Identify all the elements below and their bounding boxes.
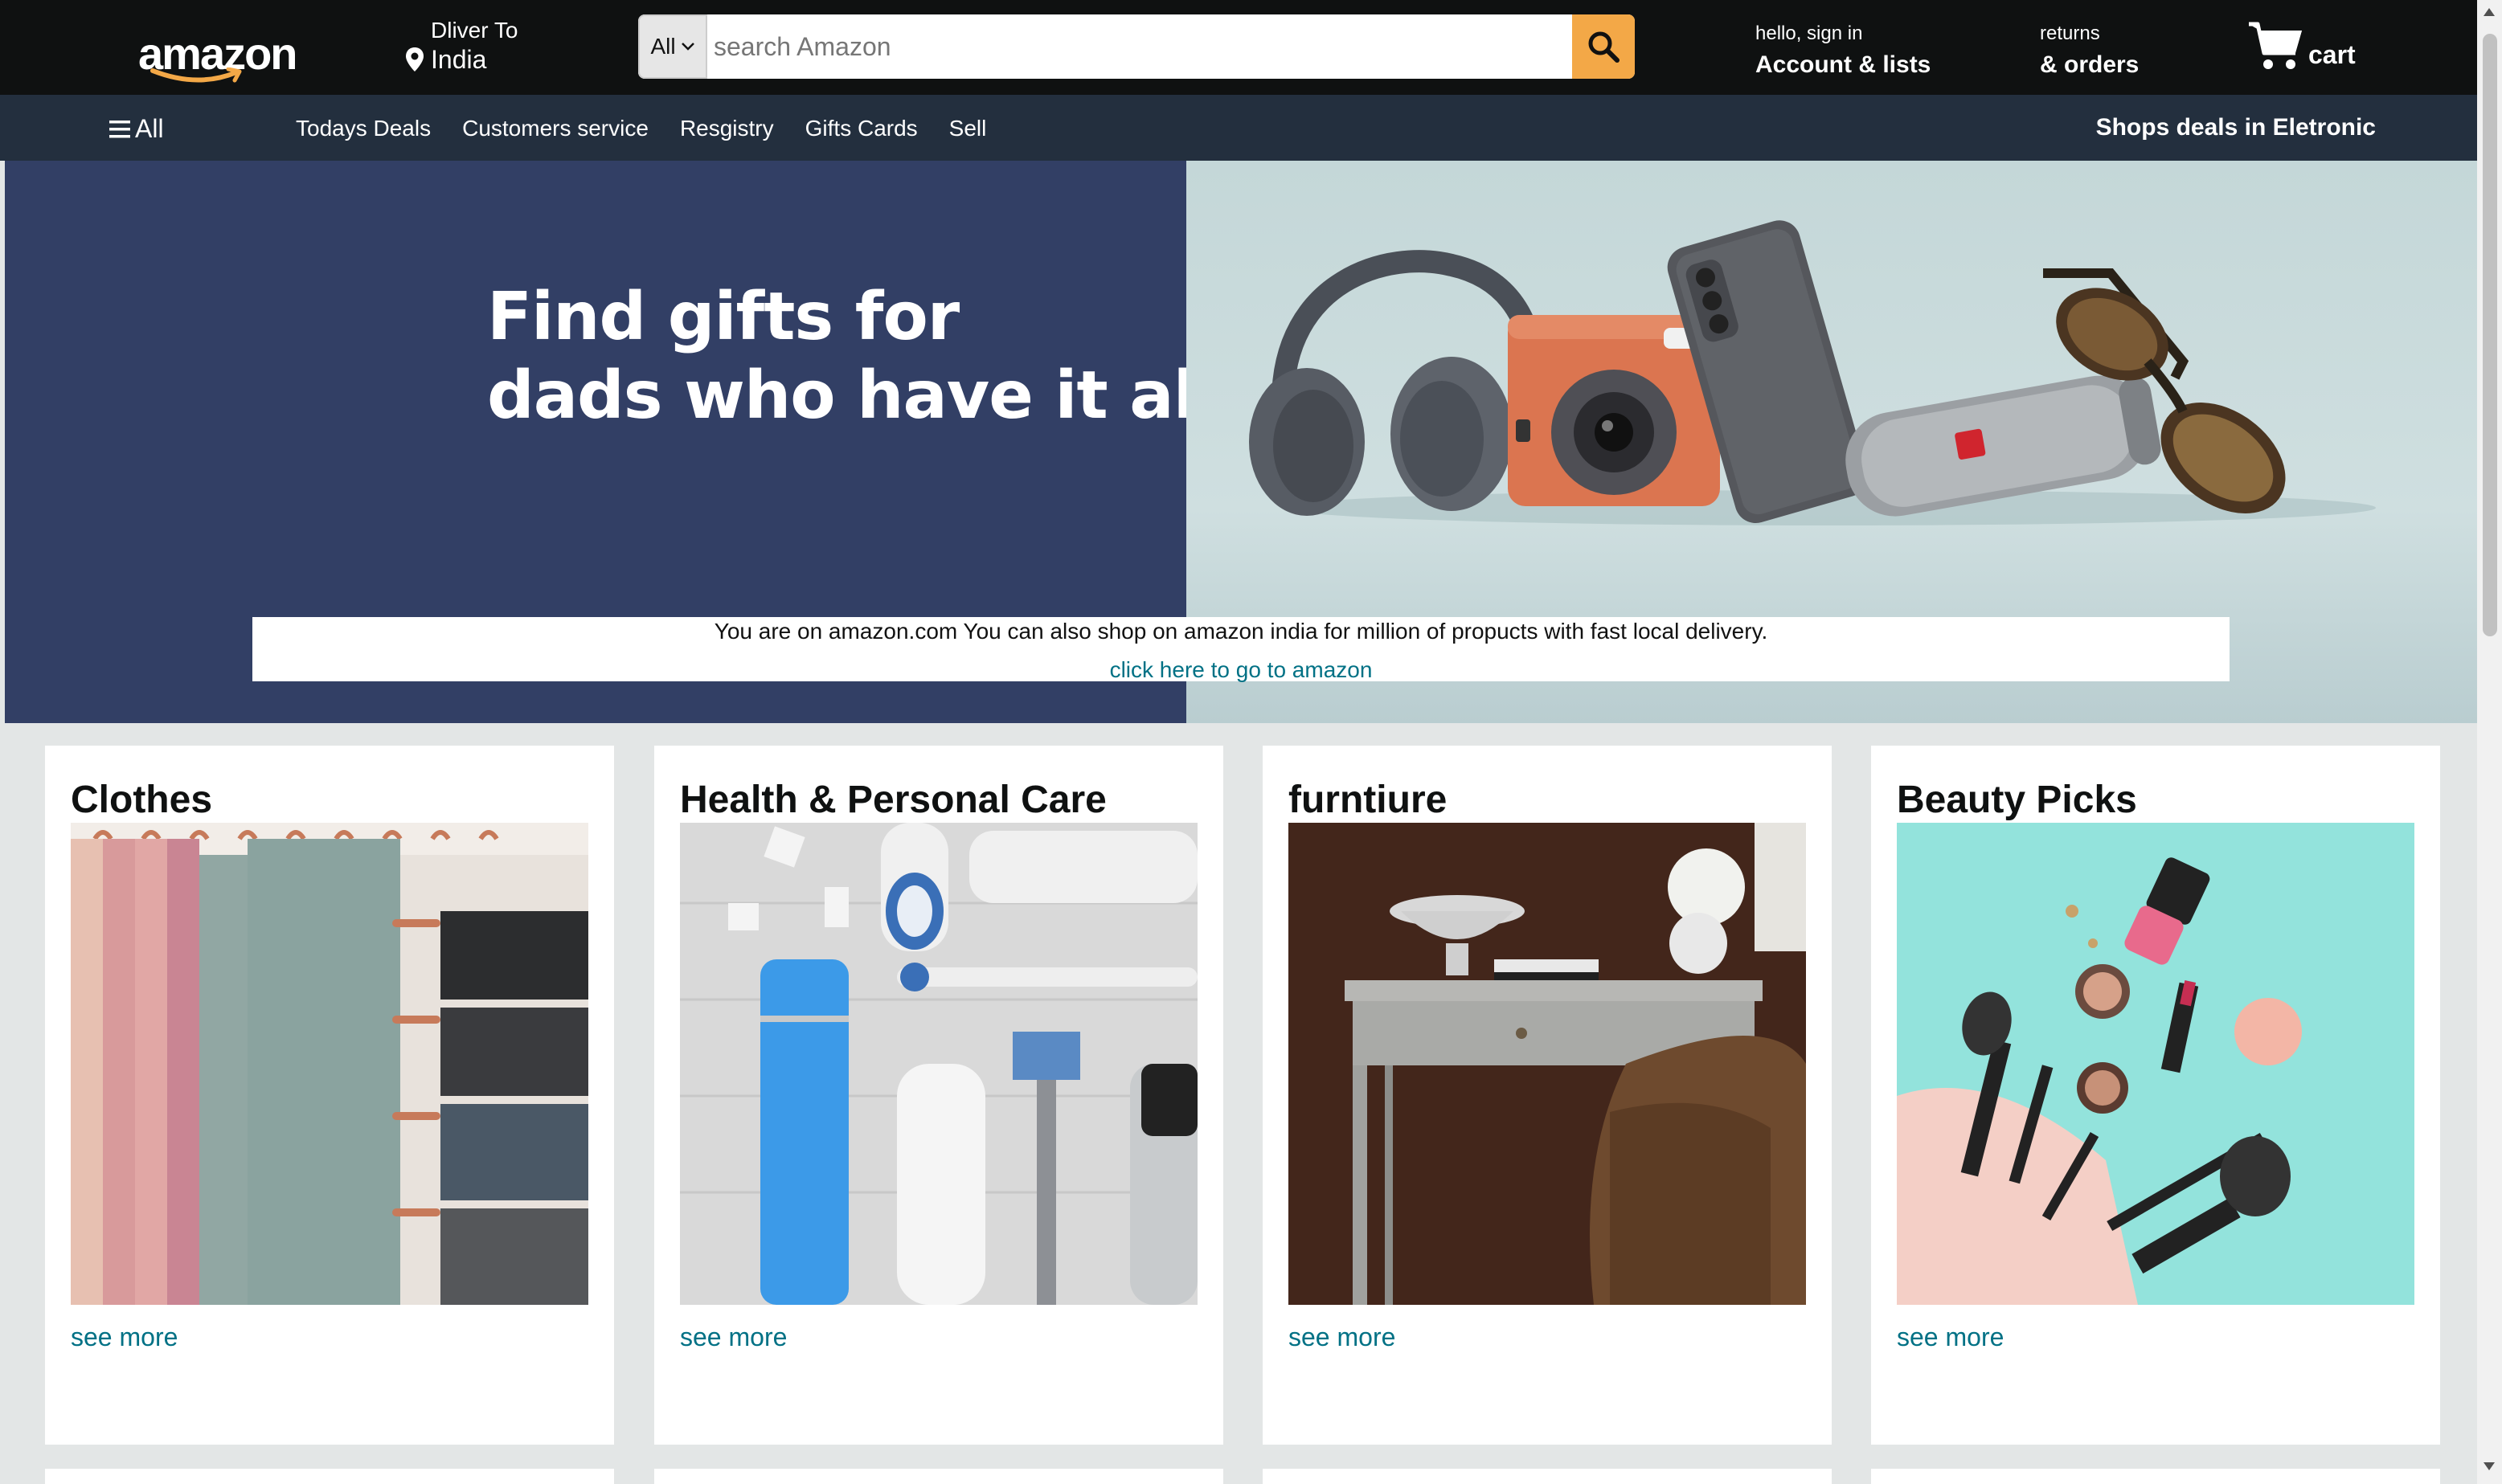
category-card-clothes: Clothes see more <box>45 746 614 1445</box>
all-menu-label: All <box>135 114 164 143</box>
next-row-card <box>1263 1469 1832 1484</box>
hero-banner[interactable]: Find gifts for dads who have it all You … <box>5 161 2477 723</box>
subnav-links: Todays Deals Customers service Resgistry… <box>296 116 986 141</box>
account-greeting: hello, sign in <box>1755 22 1863 44</box>
search-category-select[interactable]: All <box>638 14 707 79</box>
search-category-value: All <box>650 34 676 59</box>
deliver-country: India <box>431 45 487 74</box>
search-icon <box>1588 31 1620 63</box>
next-row-card <box>1871 1469 2440 1484</box>
top-navbar: amazon Dliver To India All hello, <box>0 0 2477 95</box>
nav-link-todays-deals[interactable]: Todays Deals <box>296 116 431 141</box>
nav-promo-electronics[interactable]: Shops deals in Eletronic <box>2096 114 2376 141</box>
all-menu-button[interactable]: All <box>108 114 164 144</box>
location-pin-icon <box>406 47 424 72</box>
card-see-more-link[interactable]: see more <box>1897 1323 2004 1352</box>
clothes-image[interactable] <box>71 823 588 1305</box>
furniture-image[interactable] <box>1288 823 1806 1305</box>
returns-small: returns <box>2040 22 2100 44</box>
cart-button[interactable]: cart <box>2247 19 2376 76</box>
hamburger-icon <box>109 120 130 137</box>
category-card-beauty: Beauty Picks see more <box>1871 746 2440 1445</box>
amazon-logo[interactable]: amazon <box>138 22 297 87</box>
account-lists[interactable]: hello, sign in Account & lists <box>1755 22 1931 79</box>
card-see-more-link[interactable]: see more <box>1288 1323 1395 1352</box>
page-scrollbar[interactable] <box>2477 0 2502 1484</box>
card-title: Beauty Picks <box>1897 779 2137 821</box>
hero-title-line-2: dads who have it all <box>487 358 1218 434</box>
next-row-card <box>654 1469 1223 1484</box>
cart-label: cart <box>2308 40 2356 69</box>
search-bar: All <box>638 14 1635 79</box>
search-input[interactable] <box>707 14 1572 79</box>
scrollbar-thumb[interactable] <box>2483 34 2497 636</box>
card-title: Health & Personal Care <box>680 779 1107 821</box>
sub-navbar: All Todays Deals Customers service Resgi… <box>0 95 2477 161</box>
hero-title-line-1: Find gifts for <box>487 279 960 355</box>
chevron-down-icon <box>681 43 694 51</box>
nav-link-registry[interactable]: Resgistry <box>680 116 774 141</box>
card-see-more-link[interactable]: see more <box>680 1323 787 1352</box>
card-title: Clothes <box>71 779 213 821</box>
search-button[interactable] <box>1572 14 1635 79</box>
next-row-card <box>45 1469 614 1484</box>
region-notice: You are on amazon.com You can also shop … <box>252 617 2230 683</box>
nav-link-gift-cards[interactable]: Gifts Cards <box>805 116 918 141</box>
returns-orders[interactable]: returns & orders <box>2040 22 2139 79</box>
region-notice-link[interactable]: click here to go to amazon <box>252 657 2230 683</box>
card-see-more-link[interactable]: see more <box>71 1323 178 1352</box>
nav-link-sell[interactable]: Sell <box>949 116 987 141</box>
health-care-image[interactable] <box>680 823 1198 1305</box>
category-card-health: Health & Personal Care see more <box>654 746 1223 1445</box>
hero-title: Find gifts for dads who have it all <box>487 278 1218 435</box>
region-notice-text: You are on amazon.com You can also shop … <box>714 619 1768 644</box>
card-title: furntiure <box>1288 779 1448 821</box>
instant-camera-image <box>1508 315 1720 506</box>
smile-arrow-icon <box>150 67 242 83</box>
account-label: Account & lists <box>1755 51 1931 78</box>
returns-big: & orders <box>2040 51 2140 78</box>
deliver-label: Dliver To <box>431 18 518 43</box>
scroll-up-arrow-icon[interactable] <box>2482 6 2496 18</box>
category-card-furniture: furntiure see more <box>1263 746 1832 1445</box>
headphones-image <box>1249 250 1546 516</box>
cart-icon <box>2249 22 2302 69</box>
beauty-image[interactable] <box>1897 823 2414 1305</box>
scroll-down-arrow-icon[interactable] <box>2482 1461 2496 1472</box>
nav-link-customer-service[interactable]: Customers service <box>462 116 649 141</box>
